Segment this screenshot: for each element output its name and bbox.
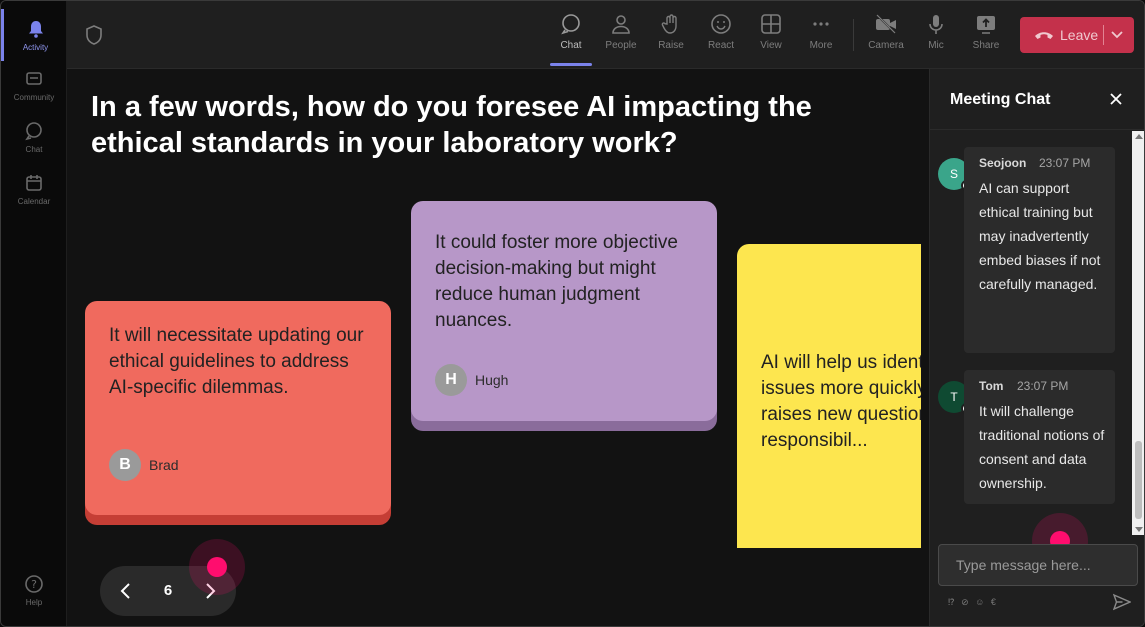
hang-up-phone-icon [1035,32,1053,39]
chat-divider [930,129,1144,130]
response-text: AI will help us identify issues more qui… [761,352,921,451]
chat-button[interactable]: Chat [549,11,593,61]
chat-message: Seojoon 23:07 PM AI can support ethical … [964,147,1115,353]
raise-hand-button[interactable]: Raise [649,11,693,61]
pointer-dot [207,557,227,577]
message-text: It will challenge traditional notions of… [979,403,1105,491]
people-button[interactable]: People [599,11,643,61]
avatar: H [435,364,467,396]
chat-panel-title: Meeting Chat [950,91,1051,108]
shield-icon [86,25,102,45]
avatar-initial: S [949,167,958,181]
response-card[interactable]: AI will help us identify issues more qui… [737,244,921,548]
meeting-toolbar: Chat People Raise React View More Camera [67,1,1144,69]
close-icon[interactable] [1108,91,1124,107]
raise-hand-icon [661,14,677,34]
raise-button-label: Raise [658,40,684,51]
mic-button-label: Mic [928,40,944,51]
presentation-stage: In a few words, how do you foresee AI im… [67,69,929,626]
react-emoji-icon [711,14,731,34]
more-dots-icon [813,22,829,26]
chat-bubble-icon [25,121,42,140]
message-time: 23:07 PM [1039,156,1091,170]
message-author: Tom [979,379,1004,393]
community-icon [26,71,42,85]
leave-button-label: Leave [1060,27,1099,43]
message-text: AI can support ethical training but may … [979,180,1101,292]
rail-item-label: Activity [22,42,49,52]
response-card[interactable]: It could foster more objective decision-… [411,201,717,421]
bell-icon [28,20,43,38]
chat-button-label: Chat [560,40,582,51]
avatar: B [109,449,141,481]
response-card[interactable]: It will necessitate updating our ethical… [85,301,391,515]
view-grid-icon [761,14,781,34]
help-icon: ? [25,574,43,593]
rail-item-label: Community [13,92,55,102]
rail-item-help[interactable]: ? Help [1,564,67,616]
rail-item-chat[interactable]: Chat [1,111,67,163]
camera-button[interactable]: Camera [864,11,908,61]
rail-item-label: Chat [25,144,43,154]
more-button[interactable]: More [799,11,843,61]
meeting-window: Activity Community Chat Calendar ? Help … [0,0,1145,627]
chevron-left-icon[interactable] [116,579,136,603]
calendar-icon [26,174,42,191]
message-input[interactable]: Type message here... [938,544,1138,586]
share-button-label: Share [972,40,1000,51]
scroll-up-arrow-icon[interactable] [1135,134,1143,139]
more-button-label: More [809,40,833,51]
rail-item-calendar[interactable]: Calendar [1,163,67,215]
camera-button-label: Camera [868,40,904,51]
react-button-label: React [707,40,735,51]
page-number: 6 [163,582,173,599]
question-title: In a few words, how do you foresee AI im… [91,91,812,159]
scroll-down-arrow-icon[interactable] [1135,527,1143,532]
rail-item-activity[interactable]: Activity [1,9,67,61]
response-author: H Hugh [435,364,508,396]
active-tab-indicator [550,63,592,66]
compose-tools[interactable]: ⁉ ⊘ ☺ € [948,597,998,608]
response-text: It could foster more objective decision-… [435,232,678,331]
chat-message: Tom 23:07 PM It will challenge tradition… [964,370,1115,504]
send-icon[interactable] [1113,593,1131,611]
view-button-label: View [760,40,782,51]
chevron-down-icon[interactable] [1110,27,1124,41]
author-name: Brad [149,457,179,473]
svg-text:?: ? [31,578,37,591]
scroll-thumb[interactable] [1135,441,1142,519]
rail-item-community[interactable]: Community [1,59,67,111]
message-time: 23:07 PM [1017,379,1069,393]
chat-icon [561,14,580,35]
share-icon [977,16,995,34]
message-author: Seojoon [979,156,1027,170]
view-button[interactable]: View [749,11,793,61]
leave-divider [1103,25,1104,45]
rail-item-label: Help [25,597,43,607]
mic-icon [929,15,943,34]
people-button-label: People [605,40,637,51]
avatar-initial: T [950,390,958,404]
author-name: Hugh [475,372,509,388]
chat-scrollbar[interactable] [1132,131,1144,535]
response-author: B Brad [109,449,179,481]
meeting-chat-panel: Meeting Chat S Seojoon 23:07 PM AI can s… [929,69,1144,626]
left-rail: Activity Community Chat Calendar ? Help [1,1,67,626]
camera-icon [876,14,896,34]
response-text: It will necessitate updating our ethical… [109,325,364,398]
react-button[interactable]: React [699,11,743,61]
toolbar-divider [853,19,854,51]
share-button[interactable]: Share [964,11,1008,61]
rail-item-label: Calendar [17,196,51,206]
leave-button[interactable]: Leave [1020,17,1134,53]
people-icon [612,15,630,34]
mic-button[interactable]: Mic [914,11,958,61]
